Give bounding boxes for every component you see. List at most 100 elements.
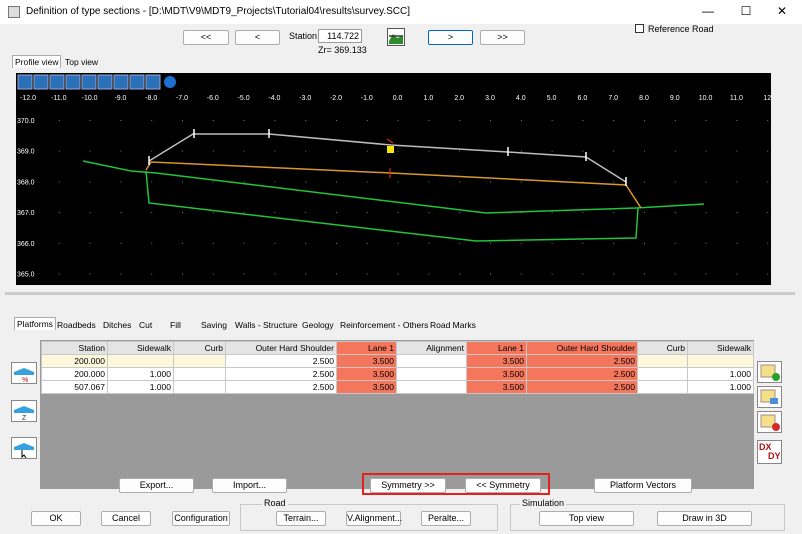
tab-walls-structure[interactable]: Walls - Structure (233, 319, 300, 331)
table-cell[interactable]: 3.500 (336, 380, 397, 394)
table-cell[interactable]: 3.500 (336, 354, 397, 368)
platform-table[interactable]: Station Sidewalk Curb Outer Hard Shoulde… (41, 341, 754, 394)
table-cell[interactable] (173, 354, 226, 368)
grid-dot (243, 181, 245, 183)
grid-dot (490, 242, 491, 244)
table-cell[interactable] (637, 367, 688, 381)
table-cell[interactable]: 2.500 (526, 380, 638, 394)
x-tick-label: 2.0 (454, 95, 464, 102)
import-button[interactable]: Import... (212, 478, 287, 493)
tab-geology[interactable]: Geology (300, 319, 336, 331)
panel-splitter[interactable] (5, 292, 795, 295)
station-input[interactable]: 114.722 (318, 29, 362, 43)
column-header[interactable]: Lane 1 (336, 341, 397, 355)
table-row[interactable]: 507.067 1.000 2.500 3.500 3.500 2.500 1.… (41, 380, 754, 394)
maximize-button[interactable]: ☐ (738, 4, 754, 18)
tab-reinforcement-others[interactable]: Reinforcement - Others (338, 319, 430, 331)
grid-dot (520, 150, 522, 152)
add-row-icon[interactable] (757, 361, 782, 383)
slope-percent-icon[interactable]: % (11, 362, 37, 384)
tab-cut[interactable]: Cut (137, 319, 154, 331)
next-station-button[interactable]: > (428, 30, 473, 45)
table-cell[interactable]: 2.500 (526, 354, 638, 368)
edit-row-icon[interactable] (757, 386, 782, 408)
top-view-button[interactable]: Top view (539, 511, 634, 526)
dx-dy-icon[interactable]: DX DY (757, 440, 782, 464)
slope-z-icon[interactable]: Z (11, 400, 37, 422)
table-cell[interactable]: 3.500 (466, 367, 527, 381)
table-cell[interactable]: 1.000 (107, 367, 174, 381)
table-cell[interactable] (107, 354, 174, 368)
table-cell[interactable]: 3.500 (466, 354, 527, 368)
grid-dot (428, 120, 430, 121)
draw-3d-button[interactable]: Draw in 3D (657, 511, 752, 526)
grid-dot (613, 150, 615, 152)
table-cell[interactable] (396, 380, 467, 394)
export-button[interactable]: Export... (119, 478, 194, 493)
tab-ditches[interactable]: Ditches (101, 319, 133, 331)
grid-dot (151, 181, 153, 183)
table-cell[interactable]: 2.500 (526, 367, 638, 381)
tab-profile-view[interactable]: Profile view (12, 55, 62, 68)
ok-button[interactable]: OK (31, 511, 81, 526)
table-cell[interactable]: 507.067 (41, 380, 108, 394)
delete-row-icon[interactable] (757, 411, 782, 433)
table-cell[interactable]: 2.500 (225, 380, 337, 394)
symmetry-left-button[interactable]: << Symmetry (465, 478, 541, 493)
tab-roadbeds[interactable]: Roadbeds (55, 319, 98, 331)
slope-pointer-icon[interactable] (11, 437, 37, 459)
prev-station-button[interactable]: < (235, 30, 280, 45)
table-cell[interactable]: 2.500 (225, 354, 337, 368)
column-header[interactable]: Sidewalk (687, 341, 754, 355)
symmetry-right-button[interactable]: Symmetry >> (370, 478, 446, 493)
column-header[interactable]: Outer Hard Shoulder (526, 341, 638, 355)
peralte-button[interactable]: Peralte... (421, 511, 471, 526)
column-header[interactable]: Curb (173, 341, 226, 355)
grid-dot (212, 150, 214, 152)
last-station-button[interactable]: >> (480, 30, 525, 45)
table-cell[interactable]: 3.500 (466, 380, 527, 394)
table-cell[interactable] (637, 354, 688, 368)
minimize-button[interactable]: — (700, 4, 716, 18)
tab-road-marks[interactable]: Road Marks (428, 319, 478, 331)
table-cell[interactable]: 200.000 (41, 367, 108, 381)
table-row[interactable]: 200.000 1.000 2.500 3.500 3.500 2.500 1.… (41, 367, 754, 381)
table-cell[interactable]: 200.000 (41, 354, 108, 368)
table-cell[interactable]: 3.500 (336, 367, 397, 381)
table-header: Station Sidewalk Curb Outer Hard Shoulde… (41, 341, 754, 355)
table-cell[interactable]: 1.000 (687, 380, 754, 394)
profile-canvas[interactable]: -12.0 -11.0 -10.0 -9.0 -8.0 -7.0 -6.0 -5.0 -4.0 -… (16, 73, 771, 285)
table-cell[interactable]: 1.000 (107, 380, 174, 394)
column-header[interactable]: Lane 1 (466, 341, 527, 355)
tab-saving[interactable]: Saving (199, 319, 229, 331)
table-cell[interactable] (687, 354, 754, 368)
toolbar-icons[interactable] (17, 74, 176, 90)
table-cell[interactable] (173, 367, 226, 381)
table-cell[interactable] (173, 380, 226, 394)
column-header[interactable]: Curb (637, 341, 688, 355)
x-tick-label: -4.0 (268, 95, 280, 102)
table-cell[interactable] (637, 380, 688, 394)
reference-road-checkbox[interactable] (635, 24, 644, 33)
column-header[interactable]: Station (41, 341, 108, 355)
table-row[interactable]: 200.000 2.500 3.500 3.500 2.500 (41, 354, 754, 368)
tab-platforms[interactable]: Platforms (14, 317, 56, 330)
grid-dot (89, 273, 91, 275)
table-cell[interactable] (396, 354, 467, 368)
column-header[interactable]: Alignment (396, 341, 467, 355)
road-profile-icon[interactable] (387, 28, 405, 46)
table-cell[interactable] (396, 367, 467, 381)
column-header[interactable]: Outer Hard Shoulder (225, 341, 337, 355)
column-header[interactable]: Sidewalk (107, 341, 174, 355)
table-cell[interactable]: 1.000 (687, 367, 754, 381)
valignment-button[interactable]: V.Alignment... (346, 511, 402, 526)
platform-vectors-button[interactable]: Platform Vectors (594, 478, 692, 493)
configuration-button[interactable]: Configuration (172, 511, 230, 526)
table-cell[interactable]: 2.500 (225, 367, 337, 381)
first-station-button[interactable]: << (183, 30, 229, 45)
cancel-button[interactable]: Cancel (101, 511, 151, 526)
tab-top-view[interactable]: Top view (63, 56, 100, 68)
close-button[interactable]: ✕ (774, 4, 790, 18)
terrain-button[interactable]: Terrain... (276, 511, 326, 526)
tab-fill[interactable]: Fill (168, 319, 183, 331)
